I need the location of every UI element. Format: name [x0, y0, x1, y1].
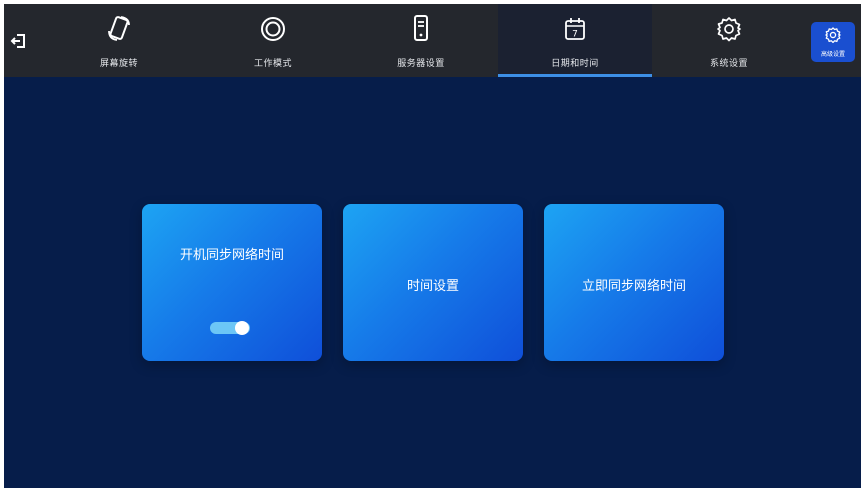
tab-label: 日期和时间	[551, 59, 599, 69]
tab-label: 系统设置	[709, 59, 748, 69]
screen-rotation-icon	[108, 16, 130, 41]
app-screen: 屏幕旋转 工作模式 服务器设置 7 日期和时间 系统设置 高级设置 开机同步网络…	[4, 4, 861, 488]
tab-label: 服务器设置	[397, 59, 445, 69]
top-navigation-bar: 屏幕旋转 工作模式 服务器设置 7 日期和时间 系统设置 高级设置	[4, 4, 861, 77]
toggle-knob	[235, 321, 249, 335]
gear-icon	[825, 27, 841, 44]
sync-now-card[interactable]: 立即同步网络时间	[544, 204, 724, 361]
tab-screen-rotation[interactable]: 屏幕旋转	[42, 4, 196, 77]
time-settings-card[interactable]: 时间设置	[343, 204, 523, 361]
tab-label: 屏幕旋转	[99, 59, 138, 69]
back-button[interactable]	[4, 4, 34, 77]
sync-on-boot-toggle[interactable]	[210, 321, 250, 335]
gear-icon	[717, 17, 741, 42]
calendar-icon: 7	[565, 18, 585, 40]
calendar-day: 7	[572, 30, 578, 40]
tab-label: 工作模式	[253, 59, 292, 69]
tab-date-time[interactable]: 7 日期和时间	[498, 4, 652, 77]
tab-server-settings[interactable]: 服务器设置	[344, 4, 498, 77]
card-title: 时间设置	[406, 279, 459, 294]
tab-system-settings[interactable]: 系统设置	[652, 4, 806, 77]
advanced-settings-label: 高级设置	[820, 51, 845, 58]
active-tab-indicator	[498, 74, 652, 77]
card-title: 开机同步网络时间	[179, 248, 284, 263]
card-title: 立即同步网络时间	[581, 279, 686, 294]
tab-work-mode[interactable]: 工作模式	[196, 4, 350, 77]
advanced-settings-button[interactable]: 高级设置	[811, 22, 855, 62]
exit-arrow-icon	[10, 33, 25, 48]
sync-on-boot-card[interactable]: 开机同步网络时间	[142, 204, 322, 361]
server-icon	[414, 15, 428, 41]
ring-icon	[261, 17, 285, 41]
